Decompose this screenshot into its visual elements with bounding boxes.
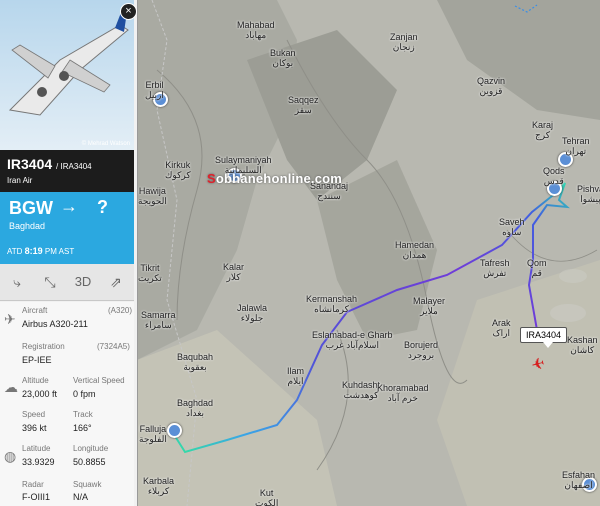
vspeed-value: 0 fpm (73, 389, 96, 399)
aircraft-photo[interactable]: © Mehrad Watson (0, 0, 134, 150)
speed-section: Speed 396 kt Track 166° (0, 406, 134, 441)
aircraft-label: Aircraft (22, 306, 48, 315)
city-label: Kalar كلار (223, 262, 245, 282)
airplane-icon (8, 10, 129, 116)
3d-button[interactable]: 3D (68, 267, 98, 297)
flight-info-panel: © Mehrad Watson × IR3404 / IRA3404 Iran … (0, 0, 138, 506)
city-label: Samarra سامراء (141, 310, 176, 330)
close-button[interactable]: × (120, 3, 137, 20)
airline-name: Iran Air (7, 176, 33, 185)
route-box: BGW → ? Baghdad ATD 8:19 PM AST (0, 192, 134, 264)
city-label: Borujerd بروجرد (404, 340, 439, 360)
aircraft-value: Airbus A320-211 (22, 319, 88, 329)
city-label: Saqqez سقز (288, 95, 319, 115)
origin-code[interactable]: BGW (9, 198, 53, 219)
airport-baghdad-icon[interactable] (167, 423, 182, 438)
city-label: Karaj کرج (532, 120, 554, 140)
altitude-label: Altitude (22, 376, 49, 385)
map-terrain (137, 0, 600, 506)
city-label: Khoramabad خرم آباد (377, 383, 429, 403)
city-label: Falluja الفلوجة (139, 424, 167, 444)
departure-time: ATD 8:19 PM AST (7, 246, 75, 256)
altitude-value: 23,000 ft (22, 389, 58, 399)
city-label: Zanjan زنجان (390, 32, 418, 52)
share-icon[interactable]: ⇗ (101, 267, 131, 297)
city-label: Hamedan همدان (395, 240, 435, 260)
registration-label: Registration (22, 342, 65, 351)
city-label: Tehran تهران (562, 136, 590, 156)
latitude-value: 33.9329 (22, 457, 55, 467)
latitude-label: Latitude (22, 444, 51, 453)
city-label: Erbil اربیل (145, 80, 164, 100)
route-icon[interactable]: ⤷ (2, 267, 32, 297)
city-label: Jalawla جلولاء (237, 303, 268, 323)
flight-header: IR3404 / IRA3404 Iran Air (0, 150, 134, 192)
squawk-value: N/A (73, 492, 89, 502)
city-label: Saveh ساوه (499, 217, 525, 237)
city-label: Malayer ملایر (413, 296, 446, 316)
globe-icon: ◍ (4, 448, 17, 464)
city-label: Qom قم (527, 258, 547, 278)
destination-code[interactable]: ? (97, 197, 108, 218)
radar-label: Radar (22, 480, 44, 489)
city-label: Kut الكوت (255, 488, 279, 506)
radar-value: F-OIII1 (22, 492, 51, 502)
registration-value: EP-IEE (22, 355, 52, 365)
city-label: Esfahan اصفهان (562, 470, 596, 490)
watermark: Sobhanehonline.com (207, 171, 343, 186)
city-label: Bukan بوکان (270, 48, 296, 68)
speed-label: Speed (22, 410, 46, 419)
city-label: Qazvin قزوین (477, 76, 506, 96)
cloud-icon: ☁ (4, 379, 18, 395)
registration-section: Registration (7324A5) EP-IEE (0, 338, 134, 373)
arrow-right-icon: → (60, 196, 78, 216)
panel-toolbar: ⤷ ⤡ 3D ⇗ (0, 264, 134, 301)
registration-code: (7324A5) (97, 342, 130, 351)
city-label: Mahabad مهاباد (237, 20, 275, 40)
city-label: Karbala كربلاء (143, 476, 175, 496)
shrink-icon[interactable]: ⤡ (35, 267, 65, 297)
track-value: 166° (73, 423, 92, 433)
city-label: Tafresh تفرش (480, 258, 510, 278)
city-label: Kashan کاشان (567, 335, 598, 355)
flight-map[interactable]: Erbil اربیل Mahabad مهاباد Zanjan زنجان Buk… (137, 0, 600, 506)
city-label: Hawija الحويجة (138, 186, 167, 206)
position-section: ◍ Latitude 33.9329 Longitude 50.8855 (0, 440, 134, 477)
radar-section: Radar F-OIII1 Squawk N/A (0, 476, 134, 506)
city-label: Kermanshah کرمانشاه (306, 294, 358, 314)
origin-city: Baghdad (9, 221, 46, 231)
city-label: Kuhdasht کوهدشت (342, 380, 381, 400)
speed-value: 396 kt (22, 423, 47, 433)
aircraft-section: ✈ Aircraft (A320) Airbus A320-211 (0, 302, 134, 339)
longitude-value: 50.8855 (73, 457, 106, 467)
aircraft-callout[interactable]: IRA3404 (520, 327, 568, 348)
city-label: Qods قدس (543, 166, 565, 186)
flight-alt-number: / IRA3404 (56, 162, 92, 171)
city-label: Arak اراک (492, 318, 511, 338)
longitude-label: Longitude (73, 444, 109, 453)
vspeed-label: Vertical Speed (73, 376, 125, 385)
city-label: Tikrit تكريت (138, 263, 162, 283)
squawk-label: Squawk (73, 480, 102, 489)
aircraft-code: (A320) (108, 306, 133, 315)
city-label: Eslamabad-e Gharb اسلام‌آباد غرب (312, 330, 393, 350)
flight-number: IR3404 (7, 156, 53, 172)
city-label: Kirkuk كركوك (165, 160, 191, 180)
airplane-icon: ✈ (4, 311, 16, 327)
photo-credit: © Mehrad Watson (81, 141, 130, 147)
city-label: Baqubah بعقوبة (177, 352, 214, 372)
altitude-section: ☁ Altitude 23,000 ft Vertical Speed 0 fp… (0, 372, 134, 407)
city-label: Ilam ایلام (287, 366, 305, 386)
city-label: Baghdad بغداد (177, 398, 214, 418)
track-label: Track (73, 410, 93, 419)
city-label: Pishvaپیشوا (577, 184, 600, 204)
